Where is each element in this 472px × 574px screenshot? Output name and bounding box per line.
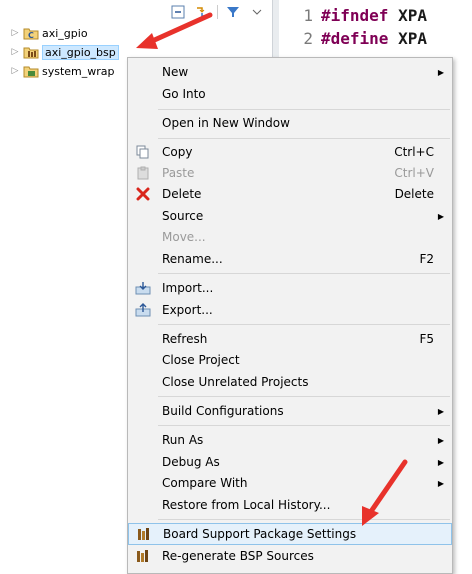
submenu-arrow-icon: ▶ [437, 457, 444, 467]
menu-item-compare-with[interactable]: Compare With ▶ [128, 472, 452, 494]
menu-item-import[interactable]: Import... [128, 277, 452, 299]
tree-item-axi-gpio-bsp[interactable]: ▷ axi_gpio_bsp [10, 43, 119, 61]
menu-item-label: Paste [162, 166, 195, 180]
menu-item-label: Import... [162, 281, 214, 295]
menu-item-label: Open in New Window [162, 116, 290, 130]
menu-item-regenerate-bsp-sources[interactable]: Re-generate BSP Sources [128, 545, 452, 567]
menu-item-label: Debug As [162, 455, 220, 469]
menu-item-shortcut: Ctrl+V [394, 166, 434, 180]
code-keyword: #ifndef [321, 6, 389, 25]
menu-item-label: Delete [162, 187, 202, 201]
filter-icon[interactable] [224, 4, 242, 20]
delete-icon [134, 186, 152, 202]
menu-item-board-support-package-settings[interactable]: Board Support Package Settings [128, 523, 452, 545]
menu-item-label: Compare With [162, 476, 248, 490]
menu-item-label: Board Support Package Settings [163, 527, 357, 541]
copy-icon [134, 144, 152, 160]
menu-item-open-in-new-window[interactable]: Open in New Window [128, 112, 452, 134]
menu-item-label: Restore from Local History... [162, 498, 331, 512]
menu-item-label: Refresh [162, 332, 208, 346]
menu-item-label: Source [162, 209, 204, 223]
menu-item-label: Close Unrelated Projects [162, 375, 309, 389]
menu-item-build-configurations[interactable]: Build Configurations ▶ [128, 400, 452, 422]
menu-item-shortcut: F5 [419, 332, 434, 346]
menu-separator [158, 324, 450, 325]
menu-item-refresh[interactable]: Refresh F5 [128, 328, 452, 350]
menu-separator [158, 273, 450, 274]
menu-item-label: Rename... [162, 252, 223, 266]
menu-item-label: Build Configurations [162, 404, 284, 418]
toolbar-divider [217, 5, 218, 19]
menu-item-delete[interactable]: Delete Delete [128, 183, 452, 205]
submenu-arrow-icon: ▶ [437, 435, 444, 445]
code-line: 2 #define XPA [293, 29, 427, 48]
menu-item-label: Re-generate BSP Sources [162, 549, 314, 563]
line-number: 1 [303, 6, 313, 25]
import-icon [134, 280, 152, 296]
context-menu: New ▶ Go Into Open in New Window Copy Ct… [127, 57, 453, 574]
tree-item-label: axi_gpio_bsp [42, 44, 119, 60]
menu-separator [158, 425, 450, 426]
bsp-project-icon [23, 45, 39, 59]
menu-item-run-as[interactable]: Run As ▶ [128, 429, 452, 451]
collapse-all-icon[interactable] [169, 4, 187, 20]
menu-item-shortcut: Ctrl+C [394, 145, 434, 159]
menu-item-label: Go Into [162, 87, 206, 101]
menu-item-label: Export... [162, 303, 213, 317]
export-icon [134, 302, 152, 318]
paste-icon [134, 165, 152, 181]
c-project-icon: C [23, 26, 39, 40]
code-line: 1 #ifndef XPA [293, 6, 427, 25]
expand-arrow-icon[interactable]: ▷ [10, 47, 20, 57]
line-number: 2 [303, 29, 313, 48]
menu-item-source[interactable]: Source ▶ [128, 205, 452, 227]
menu-item-label: Copy [162, 145, 193, 159]
menu-item-shortcut: F2 [419, 252, 434, 266]
menu-item-close-unrelated-projects[interactable]: Close Unrelated Projects [128, 371, 452, 393]
menu-item-label: New [162, 65, 189, 79]
menu-item-paste[interactable]: Paste Ctrl+V [128, 162, 452, 184]
menu-item-copy[interactable]: Copy Ctrl+C [128, 141, 452, 163]
svg-text:C: C [28, 31, 34, 40]
view-menu-chevron-icon[interactable] [248, 4, 266, 20]
bsp-icon [135, 526, 153, 542]
menu-item-close-project[interactable]: Close Project [128, 349, 452, 371]
tree-item-system-wrap[interactable]: ▷ system_wrap [10, 62, 115, 80]
hw-platform-icon [23, 64, 39, 78]
menu-separator [158, 109, 450, 110]
submenu-arrow-icon: ▶ [437, 478, 444, 488]
menu-item-export[interactable]: Export... [128, 299, 452, 321]
tree-item-label: system_wrap [42, 64, 115, 78]
menu-separator [158, 138, 450, 139]
submenu-arrow-icon: ▶ [437, 67, 444, 77]
menu-item-restore-from-local-history[interactable]: Restore from Local History... [128, 494, 452, 516]
menu-item-rename[interactable]: Rename... F2 [128, 248, 452, 270]
submenu-arrow-icon: ▶ [437, 211, 444, 221]
menu-separator [158, 519, 450, 520]
menu-item-debug-as[interactable]: Debug As ▶ [128, 451, 452, 473]
menu-item-new[interactable]: New ▶ [128, 61, 452, 83]
menu-item-go-into[interactable]: Go Into [128, 83, 452, 105]
bsp-icon [134, 548, 152, 564]
link-with-editor-icon[interactable] [193, 4, 211, 20]
menu-separator [158, 396, 450, 397]
code-keyword: #define [321, 29, 389, 48]
code-text: XPA [398, 6, 427, 25]
menu-item-label: Move... [162, 230, 206, 244]
tree-item-label: axi_gpio [42, 26, 88, 40]
expand-arrow-icon[interactable]: ▷ [10, 66, 20, 76]
code-text: XPA [398, 29, 427, 48]
explorer-toolbar [169, 4, 266, 20]
menu-item-shortcut: Delete [394, 187, 434, 201]
menu-item-label: Run As [162, 433, 204, 447]
tree-item-axi-gpio[interactable]: ▷ C axi_gpio [10, 24, 88, 42]
menu-item-label: Close Project [162, 353, 240, 367]
menu-item-move[interactable]: Move... [128, 226, 452, 248]
expand-arrow-icon[interactable]: ▷ [10, 28, 20, 38]
submenu-arrow-icon: ▶ [437, 406, 444, 416]
